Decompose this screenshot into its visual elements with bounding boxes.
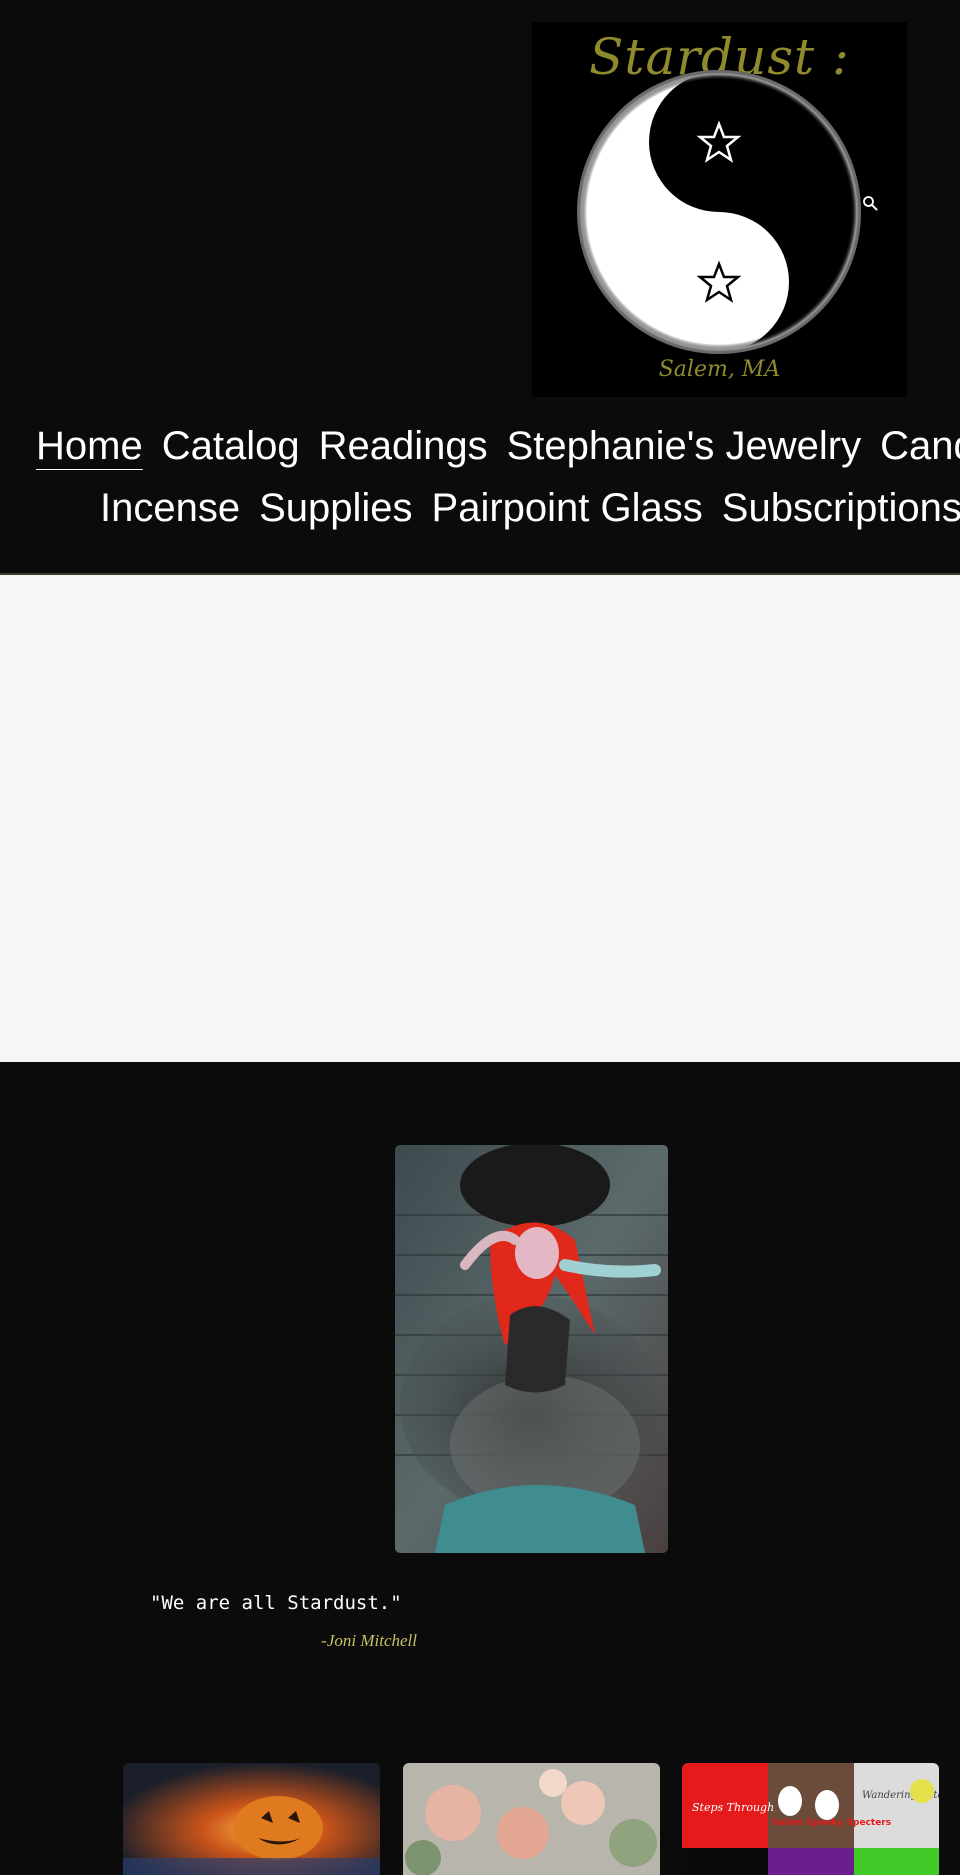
collage-text-1: Steps Through (692, 1801, 774, 1814)
nav-item-home[interactable]: Home (36, 415, 143, 477)
collage-text-2: Salem Spooky Specters (772, 1818, 891, 1828)
nav-item-stephanies-jewelry[interactable]: Stephanie's Jewelry (507, 415, 862, 477)
nav-row-1: Home Catalog Readings Stephanie's Jewelry Ca… (36, 415, 960, 477)
roses-image (403, 1763, 660, 1875)
banner-section (0, 575, 960, 1062)
feature-photo (395, 1145, 668, 1553)
nav-item-readings[interactable]: Readings (319, 415, 488, 477)
site-header: Stardust : Online Salem, MA (0, 0, 960, 575)
woman-portrait-image (395, 1145, 668, 1553)
collage-image: Steps Through Salem Spooky Specters Wand… (682, 1763, 939, 1875)
jack-o-lantern-image (123, 1763, 380, 1875)
quote-text: "We are all Stardust." (150, 1592, 402, 1614)
card-collage[interactable]: Steps Through Salem Spooky Specters Wand… (682, 1763, 939, 1875)
search-icon[interactable] (862, 195, 878, 211)
nav-item-catalog[interactable]: Catalog (162, 415, 300, 477)
site-logo[interactable]: Stardust : Online Salem, MA (532, 22, 907, 397)
yin-yang-pentagram-icon (577, 70, 861, 354)
logo-location: Salem, MA (658, 357, 781, 382)
nav-item-pairpoint-glass[interactable]: Pairpoint Glass (432, 477, 703, 539)
nav-item-candles[interactable]: Cand (880, 415, 960, 477)
card-roses[interactable] (403, 1763, 660, 1875)
nav-item-subscriptions[interactable]: Subscriptions (722, 477, 960, 539)
quote-author: -Joni Mitchell (321, 1631, 417, 1650)
card-jack-o-lantern[interactable] (123, 1763, 380, 1875)
nav-item-supplies[interactable]: Supplies (259, 477, 412, 539)
nav-item-incense[interactable]: Incense (100, 477, 240, 539)
nav-row-2: Incense Supplies Pairpoint Glass Subscripti… (100, 477, 960, 539)
